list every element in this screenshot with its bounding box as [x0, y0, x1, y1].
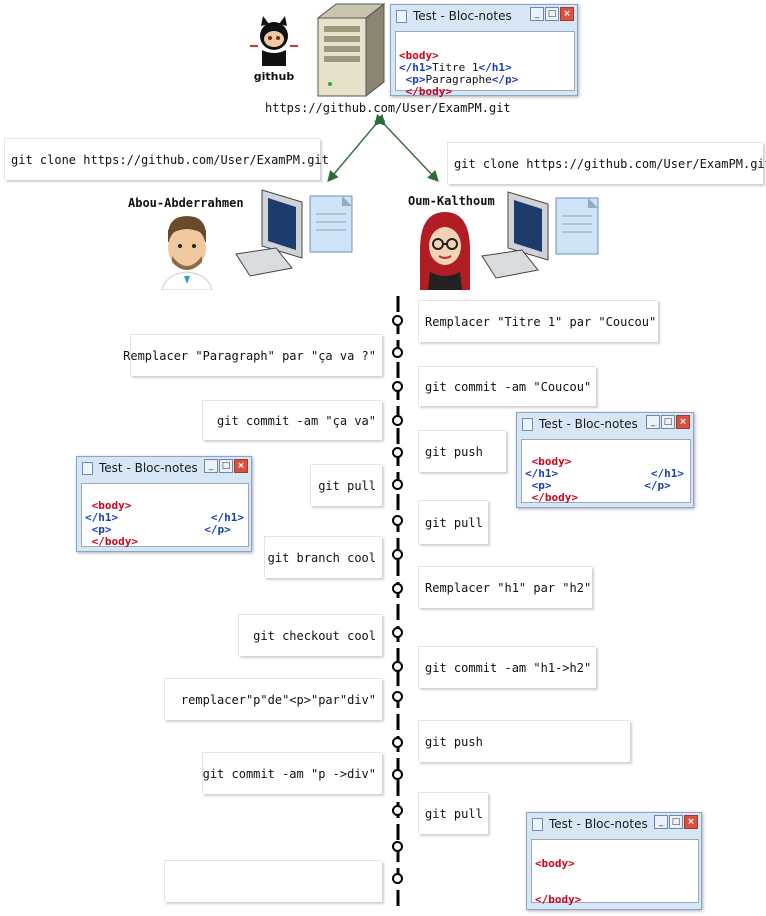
step-left-1: Remplacer "Paragraph" par "ça va ?" [123, 334, 382, 376]
minimize-icon[interactable]: _ [646, 415, 660, 429]
timeline-dot [392, 549, 403, 560]
step-right-1: Remplacer "Titre 1" par "Coucou" [418, 300, 658, 342]
computer-icon-left [235, 189, 353, 277]
step-left-8 [164, 860, 382, 902]
code-line: </body> [531, 491, 578, 504]
avatar-female [420, 212, 470, 290]
maximize-icon[interactable]: □ [669, 815, 683, 829]
code-tag: </p> [644, 479, 671, 492]
avatar-male [161, 216, 213, 290]
timeline-dot [392, 691, 403, 702]
step-right-6: git commit -am "h1->h2" [418, 646, 596, 688]
code-line: </body> [535, 893, 582, 906]
step-left-4: git branch cool [264, 536, 382, 578]
maximize-icon[interactable]: □ [661, 415, 675, 429]
minimize-icon[interactable]: _ [654, 815, 668, 829]
maximize-icon[interactable]: □ [219, 459, 233, 473]
close-icon[interactable]: × [684, 815, 698, 829]
notepad-window-3: Test - Bloc-notes _ □ × <body> </h1> </h1>… [76, 456, 252, 552]
close-icon[interactable]: × [234, 459, 248, 473]
notepad-icon [82, 462, 93, 475]
timeline-dot [392, 315, 403, 326]
timeline-dot [392, 479, 403, 490]
notepad-title: Test - Bloc-notes [549, 817, 648, 831]
timeline-dot [392, 627, 403, 638]
user-name-left: Abou-Abderrahmen [128, 196, 244, 210]
step-right-2: git commit -am "Coucou" [418, 366, 596, 406]
notepad-window-4: Test - Bloc-notes _ □ × <body> </body> [526, 812, 702, 910]
timeline-dot [392, 415, 403, 426]
code-tag: </p> [204, 523, 231, 536]
timeline-dot [392, 769, 403, 780]
step-right-3: git push [418, 430, 506, 472]
timeline-dot [392, 873, 403, 884]
clone-command-left: git clone https://github.com/User/ExamPM… [4, 138, 329, 180]
step-right-8: git pull [418, 792, 488, 834]
step-left-5: git checkout cool [238, 614, 382, 656]
notepad-icon [532, 818, 543, 831]
timeline-dot [392, 347, 403, 358]
notepad-title: Test - Bloc-notes [539, 417, 638, 431]
timeline-dot [392, 805, 403, 816]
timeline-dot [392, 583, 403, 594]
timeline-dot [392, 737, 403, 748]
step-left-7: git commit -am "p ->div" [202, 752, 382, 794]
step-left-3: git pull [310, 464, 382, 506]
code-line: </body> [91, 535, 138, 548]
timeline-dot [392, 381, 403, 392]
step-right-7: git push [418, 720, 630, 762]
notepad-title: Test - Bloc-notes [99, 461, 198, 475]
clone-command-right: git clone https://github.com/User/ExamPM… [447, 142, 766, 184]
timeline-dot [392, 447, 403, 458]
notepad-window-2: Test - Bloc-notes _ □ × <body> </h1> </h1>… [516, 412, 694, 508]
close-icon[interactable]: × [676, 415, 690, 429]
timeline-dot [392, 661, 403, 672]
timeline-dot [392, 841, 403, 852]
code-line: <body> [535, 857, 575, 870]
step-left-6: remplacer"p"de"<p>"par"div" [164, 678, 382, 720]
minimize-icon[interactable]: _ [204, 459, 218, 473]
notepad-icon [522, 418, 533, 431]
timeline-dot [392, 515, 403, 526]
step-right-5: Remplacer "h1" par "h2" [418, 566, 592, 608]
computer-icon-right [481, 191, 599, 279]
step-right-4: git pull [418, 500, 488, 544]
step-left-2: git commit -am "ça va" [202, 400, 382, 440]
